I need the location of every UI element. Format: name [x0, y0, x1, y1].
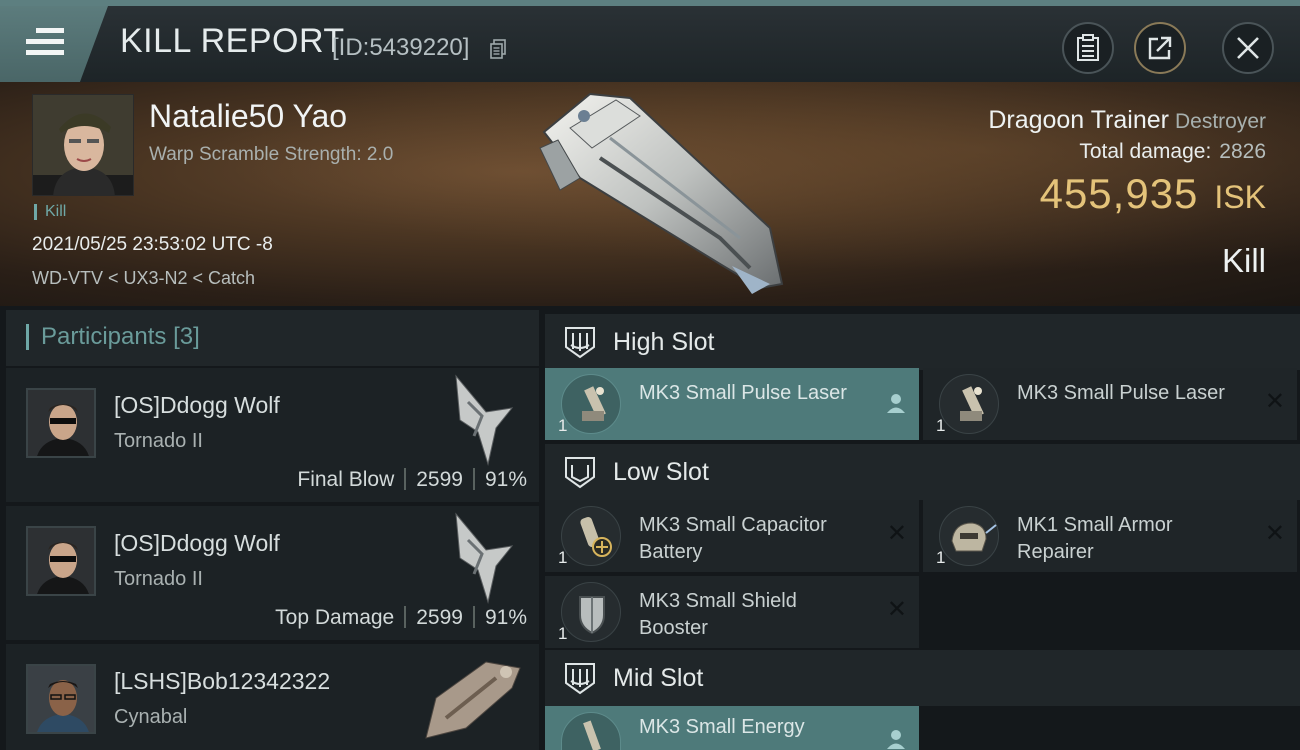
module-row[interactable]: 1 MK3 Small Pulse Laser — [545, 368, 919, 440]
destroyed-x-icon: ✕ — [886, 596, 907, 623]
destroyed-x-icon: ✕ — [886, 520, 907, 547]
clipboard-button[interactable] — [1062, 22, 1114, 74]
participant-ship-image — [455, 374, 514, 466]
share-button[interactable] — [1134, 22, 1186, 74]
participant-name: [LSHS]Bob12342322 — [114, 668, 331, 694]
destroyed-x-icon: ✕ — [1264, 388, 1285, 415]
module-name: MK1 Small Armor Repairer — [1017, 514, 1173, 563]
participant-stats: Top Damage 2599 91% — [275, 606, 527, 630]
energy-module-icon — [561, 712, 621, 750]
page-title: KILL REPORT — [120, 22, 345, 60]
participant-percent: 91% — [484, 468, 527, 491]
low-slot-label: Low Slot — [613, 458, 709, 486]
destroyed-x-icon: ✕ — [1264, 520, 1285, 547]
isk-value: 455,935 ISK — [1040, 170, 1266, 218]
participant-avatar — [26, 388, 96, 458]
total-damage: Total damage: 2826 — [1079, 140, 1266, 164]
module-qty: 1 — [558, 416, 568, 435]
kill-datetime: 2021/05/25 23:53:02 UTC -8 — [32, 234, 273, 255]
module-qty: 1 — [936, 548, 946, 567]
pulse-laser-icon — [939, 374, 999, 434]
high-slot-header: High Slot — [545, 314, 1300, 370]
participant-ship-image — [455, 512, 514, 604]
module-qty: 1 — [558, 548, 568, 567]
capacitor-battery-icon — [561, 506, 621, 566]
victim-ship-image — [539, 92, 784, 294]
module-row[interactable]: 1 MK3 Small Pulse Laser ✕ — [923, 368, 1297, 440]
report-id: [ID:5439220] — [332, 34, 470, 61]
participant-damage: 2599 — [416, 606, 463, 629]
participant-stats: Final Blow 2599 91% — [297, 468, 527, 492]
participant-row[interactable]: [OS]Ddogg Wolf Tornado II Final Blow 2599… — [6, 368, 539, 502]
clipboard-icon — [1077, 34, 1099, 61]
participant-avatar — [26, 664, 96, 734]
participants-count: [3] — [173, 323, 200, 350]
title-bar: KILL REPORT [ID:5439220] — [0, 0, 1300, 82]
total-damage-label: Total damage: — [1079, 140, 1212, 163]
module-name: MK3 Small Energy — [639, 716, 805, 738]
module-name: MK3 Small Pulse Laser — [639, 382, 847, 404]
isk-amount: 455,935 — [1039, 170, 1199, 217]
participant-row[interactable]: [LSHS]Bob12342322 Cynabal — [6, 644, 539, 750]
user-icon[interactable] — [885, 728, 907, 750]
kill-summary-banner: Natalie50 Yao Warp Scramble Strength: 2.… — [0, 82, 1300, 306]
kill-tag: Kill — [34, 204, 66, 220]
ship-name: Dragoon Trainer — [988, 106, 1169, 134]
participant-avatar — [26, 526, 96, 596]
total-damage-value: 2826 — [1219, 140, 1266, 163]
victim-subtitle: Warp Scramble Strength: 2.0 — [149, 144, 394, 165]
victim-name[interactable]: Natalie50 Yao — [149, 98, 347, 135]
participant-row[interactable]: [OS]Ddogg Wolf Tornado II Top Damage 2599… — [6, 506, 539, 640]
low-slot-icon — [565, 457, 595, 489]
result-label: Kill — [1221, 242, 1266, 279]
mid-slot-header: Mid Slot — [545, 650, 1300, 706]
participant-damage: 2599 — [416, 468, 463, 491]
module-row[interactable]: 1 MK1 Small Armor Repairer ✕ — [923, 500, 1297, 572]
participants-label: Participants [3] — [26, 324, 200, 350]
share-icon — [1148, 36, 1172, 60]
participant-ship: Cynabal — [114, 706, 188, 728]
fitting-panel: High Slot 1 MK3 Small Pulse Laser 1 MK3 … — [545, 310, 1300, 750]
module-name: MK3 Small Shield Booster — [639, 590, 797, 639]
module-qty: 1 — [558, 624, 568, 643]
participant-name: [OS]Ddogg Wolf — [114, 530, 280, 556]
participant-ship: Tornado II — [114, 568, 203, 590]
armor-repairer-icon — [939, 506, 999, 566]
close-icon — [1237, 37, 1259, 59]
low-slot-header: Low Slot — [545, 444, 1300, 500]
menu-icon — [26, 26, 64, 58]
high-slot-label: High Slot — [613, 328, 715, 356]
participants-panel: Participants [3] [OS]Ddogg Wolf Tornado … — [6, 310, 539, 750]
participant-ship-image — [425, 661, 521, 739]
participant-percent: 91% — [484, 606, 527, 629]
participant-name: [OS]Ddogg Wolf — [114, 392, 280, 418]
victim-portrait[interactable] — [32, 94, 134, 196]
module-name: MK3 Small Pulse Laser — [1017, 382, 1225, 404]
close-button[interactable] — [1222, 22, 1274, 74]
mid-slot-icon — [565, 663, 595, 695]
victim-ship[interactable]: Dragoon Trainer Destroyer — [988, 106, 1266, 135]
participant-role: Top Damage — [275, 606, 395, 629]
participant-ship: Tornado II — [114, 430, 203, 452]
module-qty: 1 — [936, 416, 946, 435]
module-name: MK3 Small Capacitor Battery — [639, 514, 827, 563]
module-row[interactable]: 1 MK3 Small Shield Booster ✕ — [545, 576, 919, 648]
copy-icon[interactable] — [490, 39, 506, 59]
high-slot-icon — [565, 327, 595, 359]
user-icon[interactable] — [885, 392, 907, 414]
ship-class: Destroyer — [1174, 110, 1266, 133]
participants-header: Participants [3] — [6, 310, 539, 366]
shield-booster-icon — [561, 582, 621, 642]
mid-slot-label: Mid Slot — [613, 664, 704, 692]
module-row[interactable]: 1 MK3 Small Capacitor Battery ✕ — [545, 500, 919, 572]
menu-button[interactable] — [0, 6, 108, 82]
module-row[interactable]: MK3 Small Energy — [545, 706, 919, 750]
pulse-laser-icon — [561, 374, 621, 434]
participant-role: Final Blow — [297, 468, 395, 491]
kill-location: WD-VTV < UX3-N2 < Catch — [32, 268, 256, 288]
isk-unit: ISK — [1214, 179, 1266, 215]
